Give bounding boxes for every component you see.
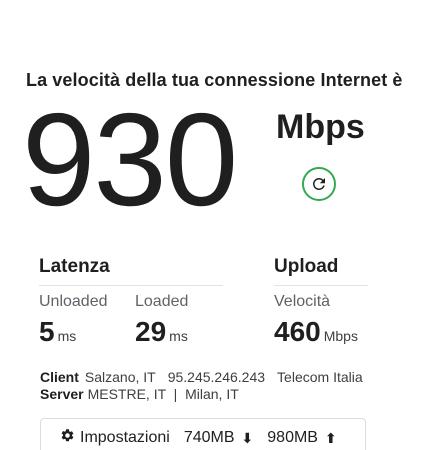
loaded-latency-label: Loaded (135, 293, 189, 310)
gear-icon (60, 428, 80, 448)
upload-speed-value: 460 (274, 316, 321, 347)
loaded-latency: 29 ms (135, 316, 188, 348)
unloaded-latency-value: 5 (39, 316, 55, 347)
download-arrow-icon: ⬇ (241, 429, 254, 446)
upload-arrow-icon: ⬆ (324, 429, 337, 446)
loaded-latency-value: 29 (135, 316, 167, 347)
upload-title: Upload (274, 256, 339, 277)
downloaded-amount: 740MB (183, 429, 235, 446)
loaded-latency-unit: ms (169, 328, 188, 344)
refresh-icon (310, 175, 328, 193)
unloaded-latency-unit: ms (57, 328, 77, 344)
server-label: Server (40, 386, 84, 402)
client-ip: 95.245.246.243 (167, 369, 266, 385)
download-speed-value: 930 (22, 86, 238, 233)
client-info: Client Salzano, IT 95.245.246.243 Telecom I… (40, 369, 363, 385)
upload-speed-unit: Mbps (323, 328, 358, 344)
uploaded-amount: 980MB (267, 429, 318, 446)
upload-divider (274, 285, 368, 286)
client-label: Client (40, 369, 79, 385)
footer-bar: Impostazioni 740MB ⬇ 980MB ⬆ (40, 418, 366, 450)
unloaded-latency: 5 ms (39, 316, 76, 348)
server-locations: MESTRE, IT | Milan, IT (87, 386, 239, 402)
latency-divider (39, 285, 223, 286)
client-location: Salzano, IT (84, 369, 156, 385)
settings-label: Impostazioni (80, 429, 170, 446)
latency-title: Latenza (39, 256, 110, 277)
upload-speed: 460 Mbps (274, 316, 358, 348)
download-speed-unit: Mbps (276, 108, 365, 146)
speed-test-page: La velocità della tua connessione Intern… (0, 0, 427, 450)
downloaded-stat: 740MB ⬇ (184, 429, 253, 447)
unloaded-latency-label: Unloaded (39, 293, 108, 310)
upload-speed-label: Velocità (274, 293, 331, 310)
server-info: Server MESTRE, IT | Milan, IT (40, 386, 239, 402)
client-isp: Telecom Italia (277, 369, 363, 385)
refresh-button[interactable] (302, 167, 336, 201)
uploaded-stat: 980MB ⬆ (267, 429, 336, 447)
settings-button[interactable]: Impostazioni (60, 428, 170, 448)
